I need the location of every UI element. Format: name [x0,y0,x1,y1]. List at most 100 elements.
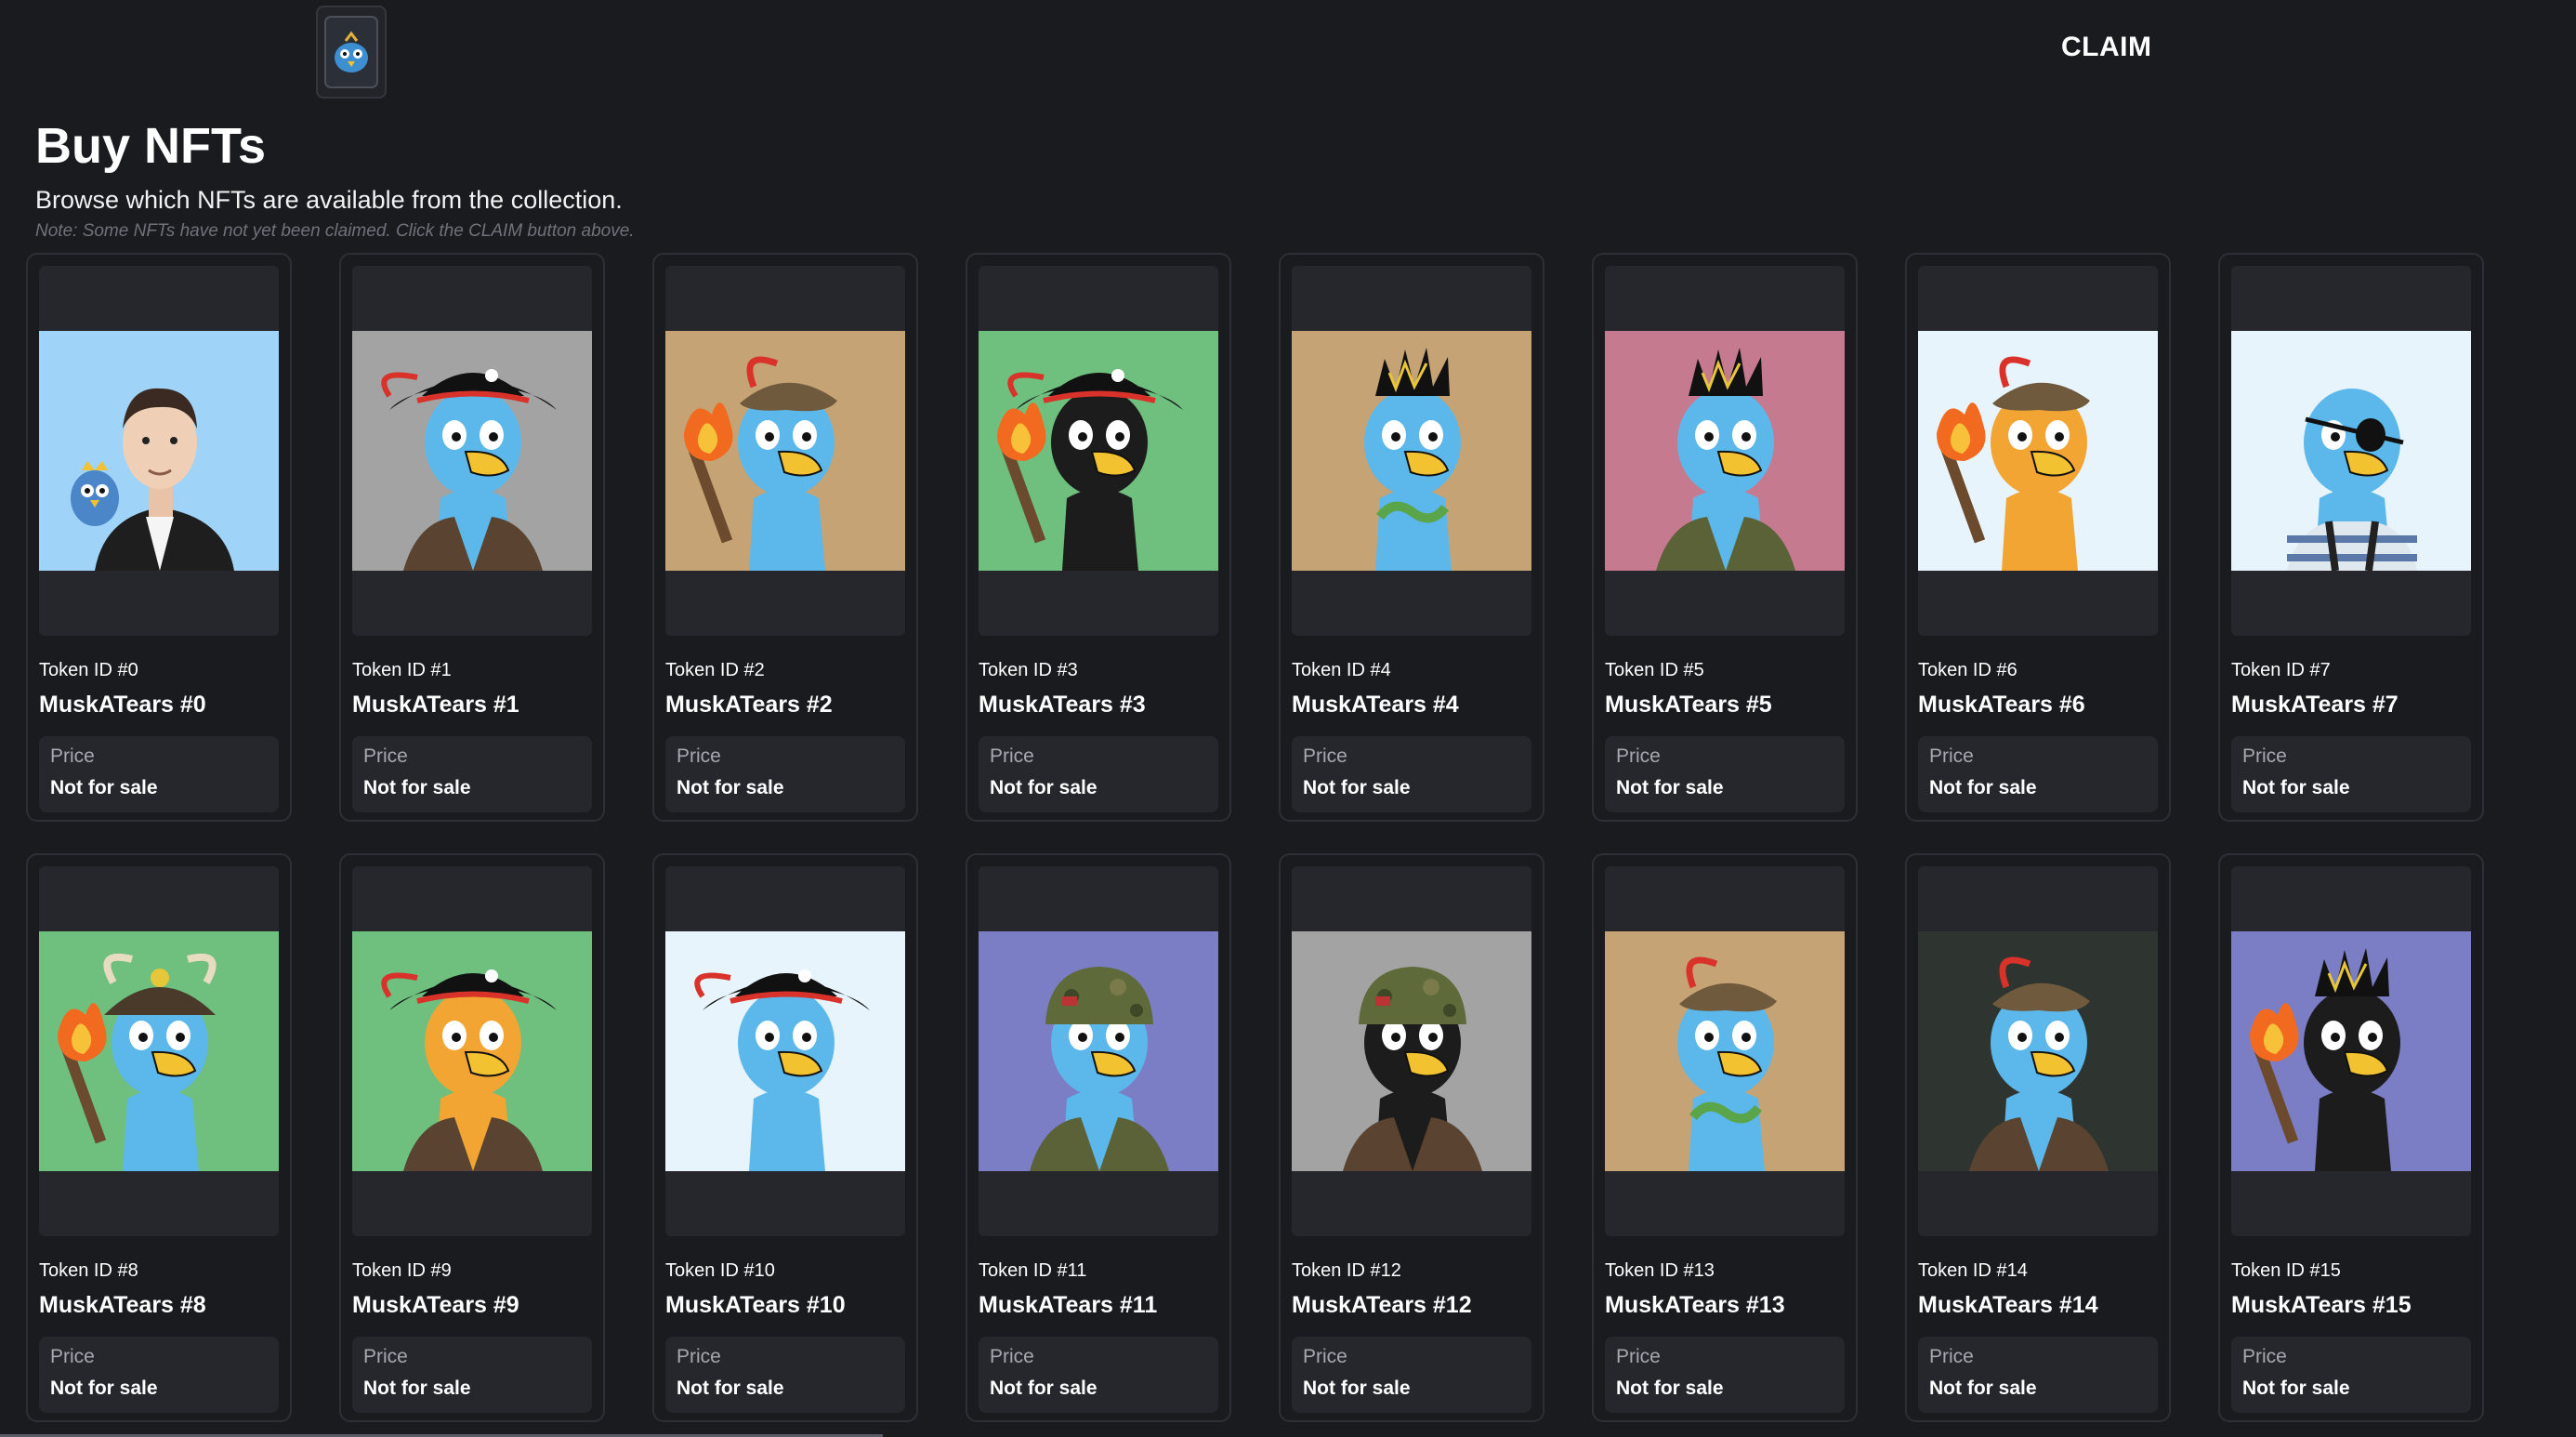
nft-name: MuskATears #14 [1918,1292,2098,1318]
price-value: Not for sale [2242,1378,2350,1399]
nft-card[interactable]: Token ID #3 MuskATears #3 Price Not for … [966,253,1231,822]
nft-image [979,931,1218,1171]
nft-media [39,866,279,1236]
nft-card[interactable]: Token ID #15 MuskATears #15 Price Not fo… [2218,853,2484,1422]
price-value: Not for sale [677,777,784,798]
page-subtitle: Browse which NFTs are available from the… [35,186,623,214]
price-label: Price [2242,745,2287,767]
nft-card[interactable]: Token ID #1 MuskATears #1 Price Not for … [339,253,605,822]
nft-name: MuskATears #1 [352,692,519,718]
price-value: Not for sale [50,1378,158,1399]
price-label: Price [1929,1346,1974,1367]
token-id-label: Token ID #10 [665,1260,775,1281]
price-value: Not for sale [2242,777,2350,798]
nft-card[interactable]: Token ID #6 MuskATears #6 Price Not for … [1905,253,2171,822]
token-id-label: Token ID #11 [979,1260,1087,1281]
nft-card[interactable]: Token ID #2 MuskATears #2 Price Not for … [652,253,918,822]
price-value: Not for sale [677,1378,784,1399]
token-id-label: Token ID #2 [665,660,765,680]
nft-name: MuskATears #15 [2231,1292,2412,1318]
nft-name: MuskATears #0 [39,692,206,718]
nft-media [1605,266,1845,636]
nft-image [665,931,905,1171]
token-id-label: Token ID #15 [2231,1260,2341,1281]
nft-name: MuskATears #8 [39,1292,206,1318]
page-note: Note: Some NFTs have not yet been claime… [35,221,635,241]
nft-image [352,331,592,571]
bird-logo-icon [324,16,378,88]
price-box: Price Not for sale [2231,1337,2471,1413]
page-title: Buy NFTs [35,118,267,174]
nft-card[interactable]: Token ID #0 MuskATears #0 Price Not for … [26,253,292,822]
token-id-label: Token ID #5 [1605,660,1704,680]
nft-card[interactable]: Token ID #8 MuskATears #8 Price Not for … [26,853,292,1422]
nft-media [2231,266,2471,636]
price-box: Price Not for sale [1918,1337,2158,1413]
price-box: Price Not for sale [1605,736,1845,812]
nft-image [39,331,279,571]
token-id-label: Token ID #8 [39,1260,138,1281]
price-label: Price [1303,745,1347,767]
nft-name: MuskATears #11 [979,1292,1158,1318]
token-id-label: Token ID #9 [352,1260,452,1281]
nft-name: MuskATears #3 [979,692,1146,718]
price-value: Not for sale [1303,1378,1411,1399]
price-box: Price Not for sale [1918,736,2158,812]
nft-card[interactable]: Token ID #9 MuskATears #9 Price Not for … [339,853,605,1422]
price-value: Not for sale [990,777,1097,798]
nft-image [352,931,592,1171]
token-id-label: Token ID #12 [1292,1260,1401,1281]
collection-logo[interactable] [316,6,387,99]
nft-name: MuskATears #5 [1605,692,1772,718]
claim-button[interactable]: CLAIM [2061,32,2151,63]
nft-card[interactable]: Token ID #13 MuskATears #13 Price Not fo… [1592,853,1858,1422]
price-value: Not for sale [1929,1378,2037,1399]
nft-card[interactable]: Token ID #7 MuskATears #7 Price Not for … [2218,253,2484,822]
nft-media [1292,866,1531,1236]
price-label: Price [50,1346,95,1367]
nft-card[interactable]: Token ID #12 MuskATears #12 Price Not fo… [1279,853,1544,1422]
price-box: Price Not for sale [352,1337,592,1413]
price-label: Price [677,1346,721,1367]
token-id-label: Token ID #3 [979,660,1078,680]
price-label: Price [1616,745,1661,767]
price-value: Not for sale [1616,777,1724,798]
nft-card[interactable]: Token ID #4 MuskATears #4 Price Not for … [1279,253,1544,822]
price-label: Price [1929,745,1974,767]
nft-name: MuskATears #4 [1292,692,1459,718]
price-box: Price Not for sale [1292,1337,1531,1413]
nft-name: MuskATears #9 [352,1292,519,1318]
nft-image [1605,331,1845,571]
nft-media [2231,866,2471,1236]
nft-image [2231,331,2471,571]
nft-image [979,331,1218,571]
nft-media [979,866,1218,1236]
token-id-label: Token ID #13 [1605,1260,1715,1281]
price-label: Price [363,745,408,767]
price-value: Not for sale [50,777,158,798]
price-label: Price [2242,1346,2287,1367]
price-label: Price [990,745,1034,767]
nft-card[interactable]: Token ID #14 MuskATears #14 Price Not fo… [1905,853,2171,1422]
price-label: Price [363,1346,408,1367]
price-box: Price Not for sale [665,1337,905,1413]
token-id-label: Token ID #7 [2231,660,2331,680]
nft-card[interactable]: Token ID #11 MuskATears #11 Price Not fo… [966,853,1231,1422]
nft-card[interactable]: Token ID #5 MuskATears #5 Price Not for … [1592,253,1858,822]
nft-media [352,266,592,636]
price-box: Price Not for sale [979,736,1218,812]
nft-name: MuskATears #10 [665,1292,846,1318]
nft-media [1918,866,2158,1236]
nft-media [1605,866,1845,1236]
nft-image [1918,331,2158,571]
nft-image [1292,331,1531,571]
price-value: Not for sale [1616,1378,1724,1399]
token-id-label: Token ID #6 [1918,660,2017,680]
nft-card[interactable]: Token ID #10 MuskATears #10 Price Not fo… [652,853,918,1422]
token-id-label: Token ID #4 [1292,660,1391,680]
price-box: Price Not for sale [2231,736,2471,812]
nft-name: MuskATears #6 [1918,692,2085,718]
price-label: Price [1303,1346,1347,1367]
price-label: Price [1616,1346,1661,1367]
nft-image [2231,931,2471,1171]
